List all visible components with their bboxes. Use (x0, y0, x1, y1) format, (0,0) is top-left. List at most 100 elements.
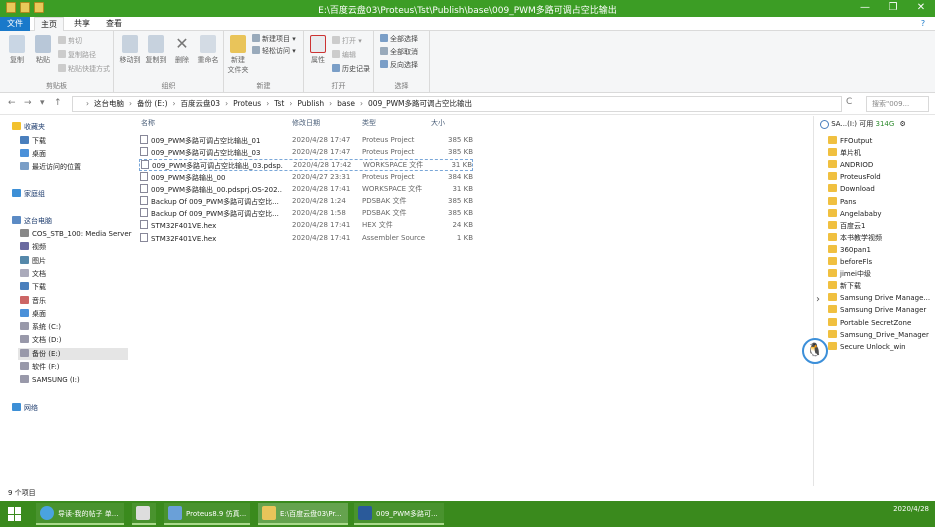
gear-icon[interactable]: ⚙ (900, 120, 906, 128)
back-arrow-icon[interactable]: ← (8, 98, 16, 108)
panel-item[interactable]: 单片机 (828, 147, 861, 159)
panel-item[interactable]: FFOutput (828, 135, 872, 147)
drive-header[interactable]: SA...(I:) 可用 314G ⚙ (820, 119, 906, 129)
panel-item[interactable]: Angelababy (828, 208, 882, 220)
paste-shortcut-button[interactable]: 粘贴快捷方式 (58, 64, 110, 75)
tab-home[interactable]: 主页 (34, 17, 64, 31)
breadcrumb-separator-icon[interactable]: › (360, 99, 363, 108)
nav-fav-item[interactable]: 最近访问的位置 (20, 161, 81, 173)
new-item-button[interactable]: 新建项目 ▾ (252, 34, 296, 45)
invert-selection-button[interactable]: 反向选择 (380, 60, 418, 71)
nav-pc-item[interactable]: 文档 (20, 268, 46, 280)
qq-penguin-icon[interactable]: 🐧 (802, 338, 828, 364)
file-row[interactable]: STM32F401VE.hex 2020/4/28 17:41 Assembler … (139, 232, 473, 245)
nav-fav-item[interactable]: 下载 (20, 135, 46, 147)
chevron-down-icon[interactable]: ▾ (40, 98, 45, 108)
cut-button[interactable]: 剪切 (58, 36, 82, 47)
panel-item[interactable]: 百度云1 (828, 220, 865, 232)
breadcrumb-separator-icon[interactable]: › (86, 99, 89, 108)
nav-pc-item[interactable]: 图片 (20, 255, 46, 267)
file-row[interactable]: Backup Of 009_PWM多路可调占空比... 2020/4/28 1:5… (139, 208, 473, 220)
taskbar-item-browser[interactable]: 导读-我的帖子 单... (36, 503, 124, 525)
column-header-name[interactable]: 名称 (141, 118, 155, 128)
panel-item[interactable]: 360pan1 (828, 244, 871, 256)
search-input[interactable]: 搜索"009... (866, 96, 929, 112)
file-row[interactable]: STM32F401VE.hex 2020/4/28 17:41 HEX 文件 24 K… (139, 220, 473, 232)
nav-fav-item[interactable]: 桌面 (20, 148, 46, 160)
refresh-icon[interactable]: C (846, 97, 852, 107)
breadcrumb-item[interactable]: Tst (274, 99, 284, 108)
tab-file[interactable]: 文件 (0, 17, 30, 31)
breadcrumb-separator-icon[interactable]: › (266, 99, 269, 108)
copy-button[interactable]: 复制 (6, 35, 28, 65)
column-header-date[interactable]: 修改日期 (292, 118, 320, 128)
nav-pc-item[interactable]: 音乐 (20, 295, 46, 307)
panel-item[interactable]: Samsung Drive Manage... (828, 292, 930, 304)
breadcrumb-item[interactable]: 009_PWM多路可调占空比输出 (368, 99, 472, 108)
start-button[interactable] (8, 507, 22, 521)
panel-item[interactable]: 新下载 (828, 280, 861, 292)
panel-item[interactable]: Pans (828, 196, 856, 208)
breadcrumb-item[interactable]: base (337, 99, 355, 108)
nav-pc-item[interactable]: 备份 (E:) (18, 347, 128, 360)
edit-button[interactable]: 编辑 (332, 50, 356, 61)
file-row[interactable]: 009_PWM多路可调占空比输出_03 2020/4/28 17:47 Proteu… (139, 147, 473, 159)
file-row[interactable]: 009_PWM多路输出_00.pdsprj.OS-202... 2020/4/28… (139, 183, 473, 196)
easy-access-button[interactable]: 轻松访问 ▾ (252, 46, 296, 57)
breadcrumb-item[interactable]: 备份 (E:) (137, 99, 168, 108)
close-button[interactable]: ✕ (907, 0, 935, 17)
forward-arrow-icon[interactable]: → (24, 98, 32, 108)
panel-item[interactable]: Secure Unlock_win (828, 341, 906, 353)
help-icon[interactable]: ? (917, 17, 929, 31)
panel-item[interactable]: ProteusFold (828, 171, 881, 183)
column-header-type[interactable]: 类型 (362, 118, 376, 128)
rename-button[interactable]: 重命名 (196, 35, 220, 65)
breadcrumb-item[interactable]: Publish (297, 99, 324, 108)
panel-item[interactable]: Samsung Drive Manager (828, 304, 926, 316)
panel-item[interactable]: 本书教学视频 (828, 232, 882, 244)
copy-to-button[interactable]: 复制到 (144, 35, 168, 65)
address-bar[interactable]: › 这台电脑 › 备份 (E:) › 百度云盘03 › Proteus › Tst › Publish… (72, 96, 842, 112)
copy-path-button[interactable]: 复制路径 (58, 50, 96, 61)
nav-favorites[interactable]: 收藏夹 (12, 121, 45, 133)
panel-item[interactable]: jimei中级 (828, 268, 871, 280)
taskbar-item-pwm[interactable]: 009_PWM多路可... (354, 503, 444, 525)
breadcrumb-separator-icon[interactable]: › (173, 99, 176, 108)
clock[interactable]: 2020/4/28 (893, 505, 929, 514)
panel-item[interactable]: Download (828, 183, 875, 195)
nav-this-pc[interactable]: 这台电脑 (12, 215, 52, 227)
nav-network[interactable]: 网络 (12, 402, 38, 414)
select-none-button[interactable]: 全部取消 (380, 47, 418, 58)
taskbar-item-proteus[interactable]: Proteus8.9 仿真... (164, 503, 250, 525)
maximize-button[interactable]: ❐ (879, 0, 907, 17)
breadcrumb-separator-icon[interactable]: › (329, 99, 332, 108)
nav-pc-item[interactable]: 下载 (20, 281, 46, 293)
minimize-button[interactable]: — (851, 0, 879, 17)
nav-pc-item[interactable]: 桌面 (20, 308, 46, 320)
file-row[interactable]: 009_PWM多路可调占空比输出_01 2020/4/28 17:47 Proteu… (139, 135, 473, 147)
expand-chevron-icon[interactable]: › (816, 294, 820, 305)
nav-homegroup[interactable]: 家庭组 (12, 188, 45, 200)
properties-button[interactable]: 属性 (308, 35, 328, 65)
nav-pc-item[interactable]: 视频 (20, 241, 46, 253)
select-all-button[interactable]: 全部选择 (380, 34, 418, 45)
taskbar-item-app[interactable] (132, 503, 156, 525)
up-arrow-icon[interactable]: ↑ (54, 98, 62, 108)
nav-pc-item[interactable]: 系统 (C:) (20, 321, 61, 333)
file-row[interactable]: Backup Of 009_PWM多路可调占空比... 2020/4/28 1:2… (139, 196, 473, 208)
file-row[interactable]: 009_PWM多路输出_00 2020/4/27 23:31 Proteus Pro… (139, 171, 473, 184)
breadcrumb-separator-icon[interactable]: › (129, 99, 132, 108)
breadcrumb-item[interactable]: 这台电脑 (94, 99, 124, 108)
nav-pc-item[interactable]: 软件 (F:) (20, 361, 60, 373)
nav-pc-item[interactable]: 文档 (D:) (20, 334, 61, 346)
paste-button[interactable]: 粘贴 (32, 35, 54, 65)
move-to-button[interactable]: 移动到 (118, 35, 142, 65)
panel-item[interactable]: ANDRIOD (828, 159, 873, 171)
panel-item[interactable]: Samsung_Drive_Manager (828, 329, 929, 341)
tab-view[interactable]: 查看 (100, 17, 128, 31)
tab-share[interactable]: 共享 (68, 17, 96, 31)
delete-button[interactable]: ✕ 删除 (172, 35, 192, 65)
history-button[interactable]: 历史记录 (332, 64, 370, 75)
panel-item[interactable]: beforeFls (828, 256, 872, 268)
panel-item[interactable]: Portable SecretZone (828, 317, 911, 329)
